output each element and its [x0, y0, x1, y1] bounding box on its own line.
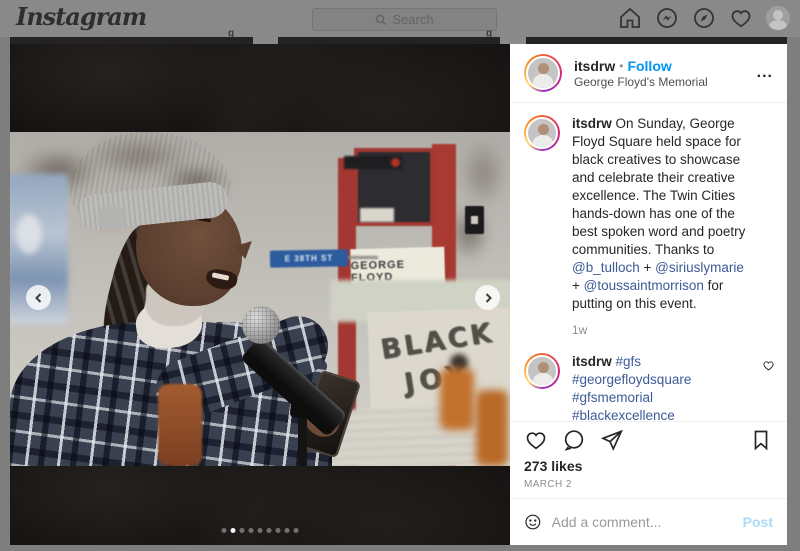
emoji-picker-icon[interactable] [524, 510, 542, 534]
carousel-dot[interactable] [276, 528, 281, 533]
actions-section: 273 likes MARCH 2 [510, 421, 787, 498]
activity-heart-icon[interactable] [729, 6, 753, 30]
commenter-story-ring[interactable] [524, 115, 560, 151]
letterbox-bottom [10, 466, 510, 545]
search-icon [375, 14, 387, 26]
top-nav-dimmed: Instagram Search [0, 0, 800, 37]
messenger-icon[interactable] [655, 6, 679, 30]
comment-timestamp: 1w [572, 321, 587, 339]
text-link[interactable]: #blackexcellence [572, 408, 675, 421]
explore-icon[interactable] [692, 6, 716, 30]
author-story-ring[interactable] [524, 54, 562, 92]
search-input[interactable]: Search [312, 8, 497, 31]
carousel-dot[interactable] [285, 528, 290, 533]
text-link[interactable]: @b_tulloch [572, 260, 640, 275]
carousel-next-button[interactable] [475, 285, 500, 310]
carousel-dot[interactable] [294, 528, 299, 533]
carousel-dot-active[interactable] [231, 528, 236, 533]
carousel-prev-button[interactable] [26, 285, 51, 310]
post-photo: GEORGE FLOYD TRIAL IN 9 DAYS E 38TH ST B… [10, 132, 510, 466]
home-icon[interactable] [618, 6, 642, 30]
save-bookmark-icon[interactable] [749, 428, 773, 452]
carousel-dot[interactable] [222, 528, 227, 533]
commenter-username[interactable]: itsdrw [572, 116, 616, 131]
carousel-dot[interactable] [240, 528, 245, 533]
add-comment-section: Post [510, 498, 787, 545]
more-options-button[interactable]: ... [757, 68, 773, 78]
chevron-left-icon [34, 293, 44, 303]
like-button-heart-icon[interactable] [524, 428, 548, 452]
carousel-dot[interactable] [258, 528, 263, 533]
text-link[interactable]: @siriuslymarie [655, 260, 744, 275]
carousel-dot[interactable] [249, 528, 254, 533]
comment-row: itsdrw #gfs #georgefloydsquare #gfsmemor… [524, 353, 773, 421]
post-header: itsdrw • Follow George Floyd's Memorial … [510, 44, 787, 103]
post-detail-panel: itsdrw • Follow George Floyd's Memorial … [510, 44, 787, 545]
author-avatar [526, 56, 560, 90]
commenter-story-ring[interactable] [524, 353, 560, 389]
letterbox-top [10, 44, 510, 132]
carousel-dot[interactable] [267, 528, 272, 533]
comment-body: itsdrw #gfs #georgefloydsquare #gfsmemor… [572, 353, 773, 421]
text-link[interactable]: #gfs [616, 354, 642, 369]
search-placeholder: Search [392, 12, 433, 27]
commenter-avatar [526, 355, 558, 387]
author-username[interactable]: itsdrw [574, 58, 615, 74]
profile-avatar[interactable] [766, 6, 790, 30]
text-link[interactable]: #georgefloydsquare [572, 372, 691, 387]
share-button-icon[interactable] [600, 428, 624, 452]
separator-dot: • [619, 59, 623, 73]
street-sign: E 38TH ST [270, 249, 348, 267]
post-modal: GEORGE FLOYD TRIAL IN 9 DAYS E 38TH ST B… [10, 44, 787, 545]
post-date: MARCH 2 [524, 479, 773, 490]
post-location[interactable]: George Floyd's Memorial [574, 75, 745, 89]
text-link[interactable]: @toussaintmorrison [584, 278, 704, 293]
comment-like-heart-icon[interactable] [762, 359, 775, 377]
comment-meta: 1w [572, 321, 753, 339]
follow-button[interactable]: Follow [627, 58, 671, 74]
commenter-username[interactable]: itsdrw [572, 354, 616, 369]
chevron-right-icon [483, 293, 493, 303]
carousel-dots [222, 528, 299, 533]
text-run: + [572, 278, 584, 293]
likes-count[interactable]: 273 likes [524, 458, 773, 474]
post-comment-button[interactable]: Post [743, 514, 773, 530]
comment-button-icon[interactable] [562, 428, 586, 452]
text-link[interactable]: #gfsmemorial [572, 390, 653, 405]
comments-scroll-area[interactable]: itsdrw On Sunday, George Floyd Square he… [510, 103, 787, 421]
text-run: On Sunday, George Floyd Square held spac… [572, 116, 745, 257]
comment-body: itsdrw On Sunday, George Floyd Square he… [572, 115, 773, 339]
commenter-avatar [526, 117, 558, 149]
caption-block: itsdrw On Sunday, George Floyd Square he… [524, 115, 773, 339]
instagram-logo[interactable]: Instagram [16, 2, 146, 31]
text-run: + [640, 260, 655, 275]
comment-input[interactable] [552, 514, 733, 530]
post-media-area: GEORGE FLOYD TRIAL IN 9 DAYS E 38TH ST B… [10, 44, 510, 545]
